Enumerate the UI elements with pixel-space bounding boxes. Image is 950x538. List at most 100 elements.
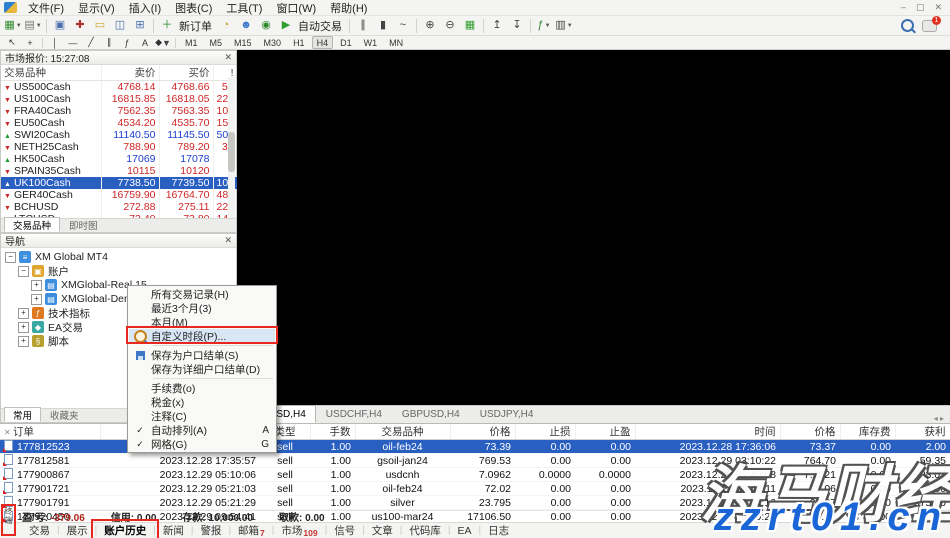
terminal-tab-交易[interactable]: 交易 — [22, 523, 57, 538]
column-header[interactable]: 获利 — [895, 424, 950, 440]
menu-item-S[interactable]: 保存为户口结单(S) — [129, 348, 275, 362]
timeframe-h1[interactable]: H1 — [288, 36, 310, 49]
arrow-shapes-tool[interactable]: ◆▼ — [155, 37, 171, 49]
market-watch-row[interactable]: ▼GER40Cash16759.9016764.70480 — [1, 189, 237, 201]
crosshair-tool[interactable]: + — [22, 37, 38, 49]
terminal-tab-信号[interactable]: 信号 — [327, 523, 362, 538]
collapse-icon[interactable]: − — [18, 266, 29, 277]
timeframe-m15[interactable]: M15 — [229, 36, 257, 49]
column-header[interactable]: 价格 — [780, 424, 840, 440]
menubar-item[interactable]: 帮助(H) — [323, 0, 374, 17]
templates-folder-icon[interactable]: ▭ — [91, 18, 109, 34]
menu-item-A[interactable]: ✓自动排列(A)A — [129, 423, 275, 437]
history-center-icon[interactable]: ◔ — [217, 18, 235, 34]
column-header[interactable]: 止损 — [515, 424, 575, 440]
collapse-icon[interactable]: − — [5, 252, 16, 263]
market-watch-row[interactable]: ▼EU50Cash4534.204535.70150 — [1, 117, 237, 129]
chart-window-icon[interactable]: ▣ — [51, 18, 69, 34]
timeframe-mn[interactable]: MN — [384, 36, 408, 49]
menu-item-P[interactable]: 自定义时段(P)... — [129, 329, 275, 343]
terminal-tab-市场[interactable]: 市场109 — [274, 523, 324, 538]
terminal-tab-展示[interactable]: 展示 — [60, 523, 95, 538]
indicators-menu-button[interactable]: ƒ▼ — [535, 18, 553, 34]
tree-item[interactable]: −▣账户 — [1, 264, 236, 278]
market-watch-row[interactable]: ▼US100Cash16815.8516818.05220 — [1, 93, 237, 105]
menu-item-C[interactable]: 注释(C) — [129, 409, 275, 423]
column-header[interactable]: 交易品种 — [355, 424, 450, 440]
expand-icon[interactable]: + — [18, 308, 29, 319]
terminal-tab-文章[interactable]: 文章 — [365, 523, 400, 538]
menu-item-H[interactable]: 所有交易记录(H) — [129, 287, 275, 301]
candlestick-mode[interactable]: ▮ — [374, 18, 392, 34]
restore-button[interactable]: ▢ — [916, 2, 925, 13]
market-watch-row[interactable]: ▲SWI20Cash11140.5011145.50500 — [1, 129, 237, 141]
menu-item-G[interactable]: ✓网格(G)G — [129, 437, 275, 451]
column-header[interactable]: 库存费 — [840, 424, 895, 440]
navigator-tab[interactable]: 常用 — [4, 407, 41, 422]
fibonacci-tool[interactable]: ƒ — [119, 37, 135, 49]
timeframe-m30[interactable]: M30 — [259, 36, 287, 49]
close-button[interactable]: ✕ — [934, 2, 942, 13]
scrollbar-thumb[interactable] — [228, 132, 235, 172]
expand-icon[interactable]: + — [18, 336, 29, 347]
terminal-tab-EA[interactable]: EA — [451, 525, 479, 537]
tab-scroll-arrows[interactable]: ◂ ▸ — [934, 414, 950, 423]
profiles-button[interactable]: ▤▼ — [24, 18, 42, 34]
timeframe-m1[interactable]: M1 — [180, 36, 203, 49]
arrange-up-button[interactable]: ↥ — [488, 18, 506, 34]
line-chart-mode[interactable]: ~ — [394, 18, 412, 34]
menubar-item[interactable]: 工具(T) — [219, 0, 269, 17]
arrange-down-button[interactable]: ↧ — [508, 18, 526, 34]
close-icon[interactable]: ✕ — [224, 52, 232, 63]
expand-icon[interactable]: + — [18, 322, 29, 333]
text-tool[interactable]: A — [137, 37, 153, 49]
column-header[interactable]: 止盈 — [575, 424, 635, 440]
vertical-line-tool[interactable]: │ — [47, 37, 63, 49]
terminal-tab-邮箱[interactable]: 邮箱7 — [231, 523, 272, 538]
menubar-item[interactable]: 窗口(W) — [269, 0, 323, 17]
search-icon[interactable] — [901, 19, 914, 32]
trendline-tool[interactable]: ╱ — [83, 37, 99, 49]
column-header[interactable]: 价格 — [450, 424, 515, 440]
menu-item-o[interactable]: 手续费(o) — [129, 381, 275, 395]
market-watch-row[interactable]: ▼SPAIN35Cash10115101205 — [1, 165, 237, 177]
menu-item-x[interactable]: 税金(x) — [129, 395, 275, 409]
column-header[interactable]: 时间 — [635, 424, 780, 440]
timeframe-h4[interactable]: H4 — [312, 36, 334, 49]
web-terminal-icon[interactable]: ◉ — [257, 18, 275, 34]
terminal-tab-代码库[interactable]: 代码库 — [402, 523, 448, 538]
market-watch-row[interactable]: ▼NETH25Cash788.90789.2030 — [1, 141, 237, 153]
expand-icon[interactable]: + — [31, 280, 42, 291]
new-order-button[interactable]: ＋ — [158, 18, 176, 34]
mql5-community-icon[interactable]: ☻ — [237, 18, 255, 34]
cursor-move-icon[interactable]: ✚ — [71, 18, 89, 34]
market-watch-row[interactable]: ▼BCHUSD272.88275.11223 — [1, 201, 237, 213]
expand-icon[interactable]: + — [31, 294, 42, 305]
timeframe-w1[interactable]: W1 — [359, 36, 383, 49]
new-order-button-label[interactable]: 新订单 — [179, 18, 212, 34]
menubar-item[interactable]: 文件(F) — [21, 0, 71, 17]
terminal-tab-日志[interactable]: 日志 — [481, 523, 516, 538]
minimize-button[interactable]: – — [901, 2, 906, 13]
autotrade-button-label[interactable]: 自动交易 — [298, 18, 342, 34]
menu-item-33[interactable]: 最近3个月(3) — [129, 301, 275, 315]
menu-item-D[interactable]: 保存为详细户口结单(D) — [129, 362, 275, 376]
terminal-tab-新闻[interactable]: 新闻 — [156, 523, 191, 538]
menubar-item[interactable]: 图表(C) — [168, 0, 219, 17]
chart-tab-USDCHF[interactable]: USDCHF,H4 — [316, 405, 392, 423]
market-watch-row[interactable]: ▼US500Cash4768.144768.6652 — [1, 81, 237, 94]
data-window-toggle[interactable]: ⊞ — [131, 18, 149, 34]
autotrade-button[interactable]: ▶ — [277, 18, 295, 34]
menubar-item[interactable]: 显示(V) — [71, 0, 122, 17]
menubar-item[interactable]: 插入(I) — [122, 0, 168, 17]
bar-chart-mode[interactable]: ∥ — [354, 18, 372, 34]
notifications-icon[interactable]: 1 — [922, 20, 937, 32]
close-icon[interactable]: ✕ — [4, 428, 13, 437]
cursor-tool[interactable]: ↖ — [4, 37, 20, 49]
navigator-tab[interactable]: 收藏夹 — [41, 407, 88, 422]
timeframe-d1[interactable]: D1 — [335, 36, 357, 49]
column-header[interactable]: ✕ 订单 — [0, 424, 100, 440]
close-icon[interactable]: ✕ — [224, 235, 232, 246]
channel-tool[interactable]: ∥ — [101, 37, 117, 49]
tree-item[interactable]: −≡XM Global MT4 — [1, 250, 236, 264]
